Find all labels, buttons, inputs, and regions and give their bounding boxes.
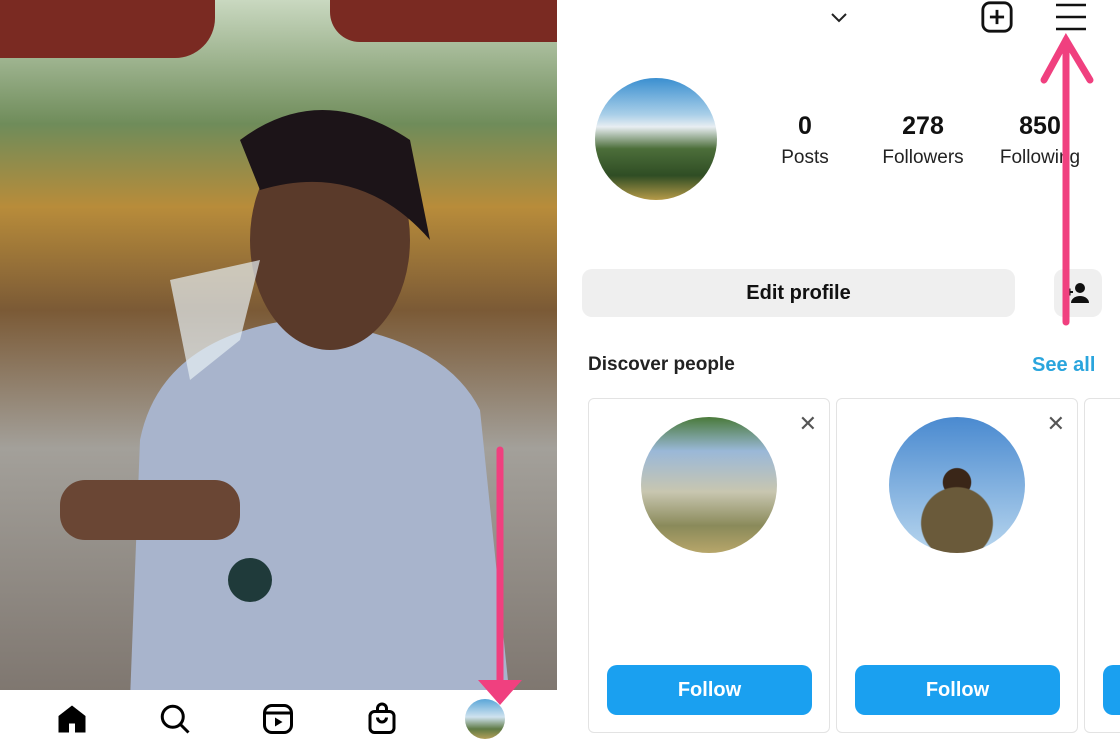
nav-home[interactable] (52, 699, 92, 739)
bottom-nav (0, 690, 557, 747)
umbrella (330, 0, 557, 42)
suggestion-avatar[interactable] (641, 417, 777, 553)
search-icon (160, 704, 190, 734)
follow-button[interactable]: Follow (607, 665, 812, 715)
close-icon[interactable]: ✕ (1047, 411, 1065, 437)
profile-panel: 0 Posts 278 Followers 850 Following Edit pr… (557, 0, 1120, 747)
reels-icon (263, 703, 294, 734)
suggestion-card: ✕ Follow (588, 398, 830, 733)
posts-label: Posts (781, 147, 829, 168)
profile-avatar-icon (465, 698, 506, 739)
person-figure (60, 110, 510, 700)
edit-profile-button[interactable]: Edit profile (582, 269, 1015, 317)
follow-button[interactable]: Follow (855, 665, 1060, 715)
shopping-bag-icon (368, 702, 396, 734)
profile-avatar[interactable] (595, 78, 717, 200)
umbrella (0, 0, 215, 58)
photo-panel (0, 0, 557, 747)
following-label: Following (999, 147, 1081, 168)
followers-count: 278 (902, 112, 944, 140)
hamburger-menu-icon[interactable] (1054, 2, 1088, 32)
stat-posts[interactable]: 0 Posts (750, 112, 860, 169)
nav-profile[interactable] (465, 698, 506, 739)
close-icon[interactable]: ✕ (799, 411, 817, 437)
create-plus-icon[interactable] (979, 0, 1015, 34)
chevron-down-icon[interactable] (827, 6, 851, 30)
home-icon (58, 705, 86, 732)
follow-button[interactable] (1103, 665, 1120, 715)
following-count: 850 (1019, 112, 1061, 140)
nav-reels[interactable] (258, 699, 298, 739)
posts-count: 0 (798, 112, 812, 140)
suggestion-avatar[interactable] (889, 417, 1025, 553)
suggestion-card: ✕ Follow (836, 398, 1078, 733)
nav-search[interactable] (155, 699, 195, 739)
followers-label: Followers (882, 147, 964, 168)
stat-following[interactable]: 850 Following (985, 112, 1095, 169)
add-person-icon (1066, 283, 1089, 303)
discover-people-button[interactable] (1054, 269, 1102, 317)
see-all-link[interactable]: See all (1032, 354, 1095, 377)
suggestion-card-partial (1084, 398, 1120, 733)
stat-followers[interactable]: 278 Followers (868, 112, 978, 169)
post-photo (0, 0, 557, 700)
nav-shop[interactable] (362, 699, 402, 739)
discover-people-title: Discover people (588, 354, 735, 375)
